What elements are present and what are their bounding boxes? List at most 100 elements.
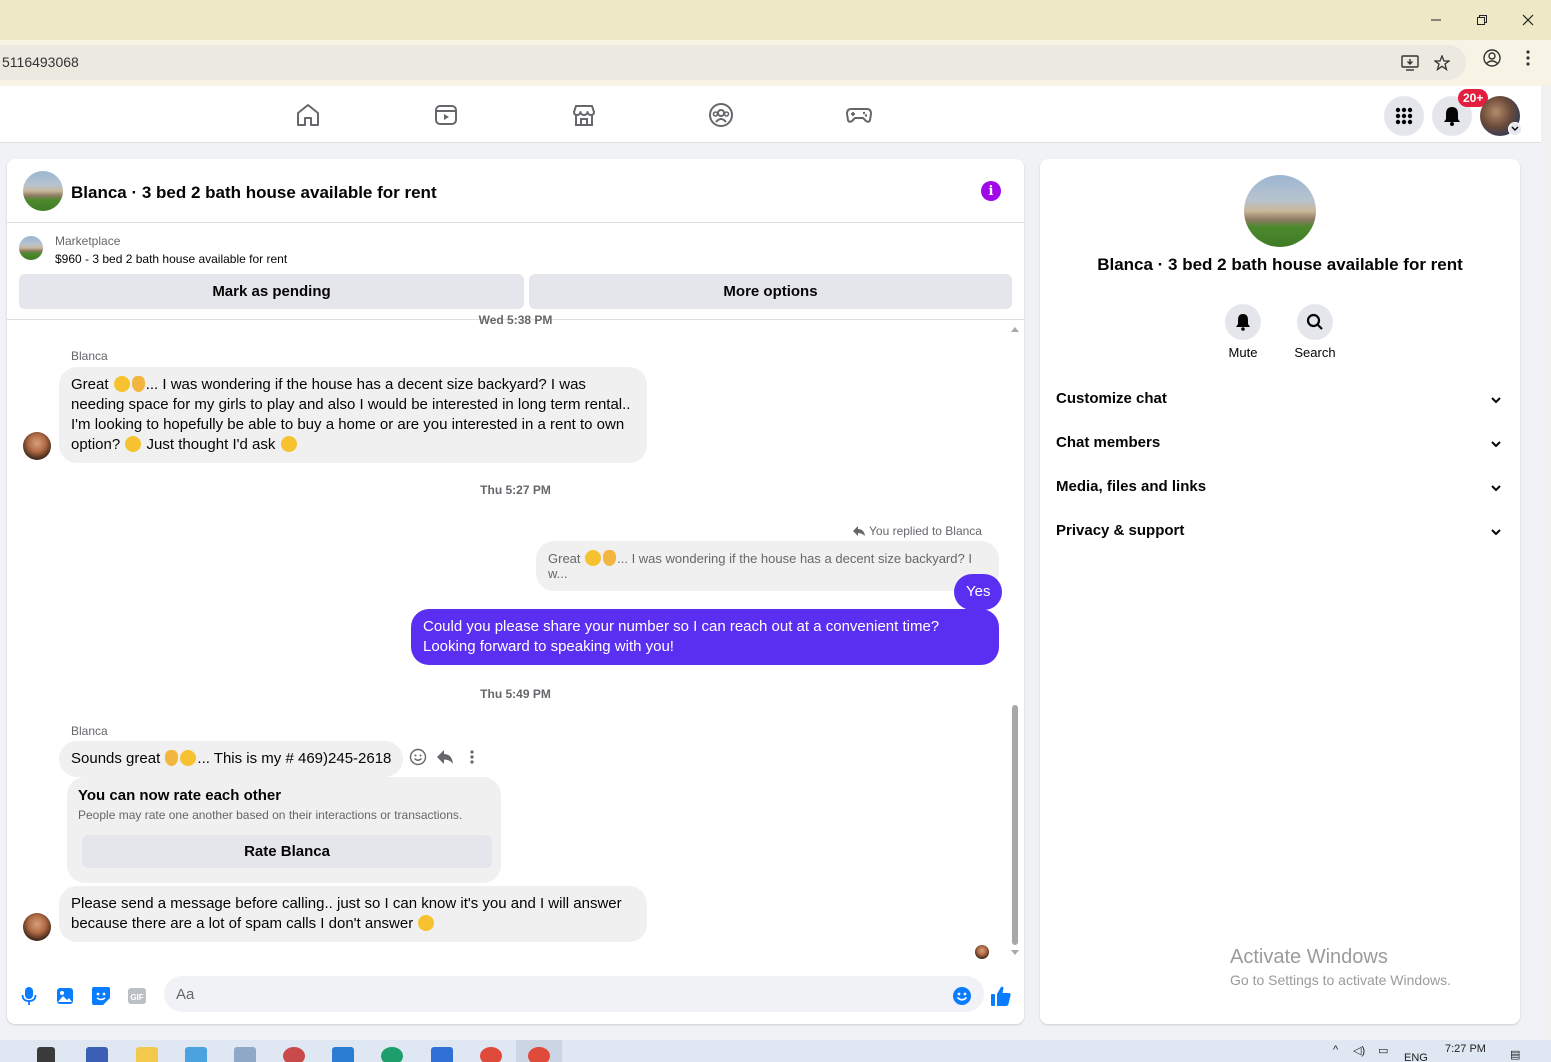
listing-thumbnail[interactable] xyxy=(19,236,43,260)
clock-time[interactable]: 7:27 PM xyxy=(1445,1043,1486,1055)
chevron-down-icon xyxy=(1491,485,1501,492)
gif-icon[interactable]: GIF xyxy=(126,985,148,1007)
scroll-down-icon[interactable] xyxy=(1010,949,1020,957)
apps-menu-icon[interactable] xyxy=(1384,96,1424,136)
chat-header: Blanca · 3 bed 2 bath house available fo… xyxy=(7,159,1024,223)
customize-chat-row[interactable]: Customize chat xyxy=(1040,378,1520,422)
file-explorer-icon[interactable] xyxy=(136,1047,158,1062)
home-icon[interactable] xyxy=(293,100,323,130)
task-view-icon[interactable] xyxy=(37,1047,55,1062)
message-bubble-outgoing[interactable]: Could you please share your number so I … xyxy=(411,609,999,665)
message-list: Wed 5:38 PM Blanca Great ... I was wonde… xyxy=(7,313,1024,961)
url-text: 5116493068 xyxy=(2,54,79,70)
grinning-emoji-icon xyxy=(585,550,602,566)
chat-title[interactable]: Blanca · 3 bed 2 bath house available fo… xyxy=(71,183,437,203)
more-actions-icon[interactable] xyxy=(469,749,477,765)
emoji-picker-icon[interactable] xyxy=(951,985,973,1007)
volume-icon[interactable]: ◁) xyxy=(1353,1044,1365,1057)
activate-windows-title: Activate Windows xyxy=(1230,946,1388,968)
reply-note: You replied to Blanca xyxy=(853,524,982,538)
smiling-emoji-icon xyxy=(280,436,297,452)
minimize-icon[interactable] xyxy=(1424,8,1448,32)
app-icon[interactable] xyxy=(283,1047,305,1062)
edge-icon[interactable] xyxy=(381,1047,403,1062)
photos-icon[interactable] xyxy=(234,1047,256,1062)
page-scrollbar[interactable] xyxy=(1541,86,1551,1040)
restore-icon[interactable] xyxy=(1470,8,1494,32)
network-icon[interactable]: ▭ xyxy=(1378,1044,1388,1057)
quoted-message[interactable]: Great ... I was wondering if the house h… xyxy=(536,541,999,591)
address-bar[interactable]: 5116493068 xyxy=(0,45,1466,80)
photo-icon[interactable] xyxy=(54,985,76,1007)
notification-center-icon[interactable]: ▤ xyxy=(1510,1048,1520,1061)
ok-hand-emoji-icon xyxy=(603,550,617,566)
search-icon[interactable] xyxy=(1297,304,1333,340)
mute-bell-icon[interactable] xyxy=(1225,304,1261,340)
rate-title: You can now rate each other xyxy=(78,787,282,804)
smiling-emoji-icon xyxy=(125,436,142,452)
grinning-emoji-icon xyxy=(180,750,197,766)
app-icon[interactable] xyxy=(431,1047,453,1062)
mark-as-pending-button[interactable]: Mark as pending xyxy=(19,274,524,309)
privacy-support-row[interactable]: Privacy & support xyxy=(1040,510,1520,554)
rate-card: You can now rate each other People may r… xyxy=(67,777,501,883)
react-emoji-icon[interactable] xyxy=(409,748,427,766)
sender-name: Blanca xyxy=(71,349,108,363)
marketplace-label: Marketplace xyxy=(55,234,121,248)
tray-chevron-icon[interactable]: ^ xyxy=(1333,1044,1338,1056)
marketplace-icon[interactable] xyxy=(569,100,599,130)
profile-icon[interactable] xyxy=(1482,48,1502,68)
sticker-icon[interactable] xyxy=(90,985,112,1007)
message-scrollbar[interactable] xyxy=(1010,323,1020,963)
scroll-up-icon[interactable] xyxy=(1010,325,1020,333)
avatar[interactable] xyxy=(23,432,51,460)
row-label: Customize chat xyxy=(1056,390,1167,407)
message-bubble-outgoing[interactable]: Yes xyxy=(954,574,1003,610)
message-text: Sounds great xyxy=(71,750,165,767)
language-indicator[interactable]: ENG xyxy=(1404,1052,1428,1062)
gaming-icon[interactable] xyxy=(844,100,874,130)
close-icon[interactable] xyxy=(1516,8,1540,32)
info-icon[interactable]: i xyxy=(981,181,1001,201)
facebook-top-nav: 20+ xyxy=(0,86,1541,143)
mail-icon[interactable] xyxy=(332,1047,354,1062)
chrome-icon[interactable] xyxy=(480,1047,502,1062)
bookmark-star-icon[interactable] xyxy=(1432,53,1452,73)
store-icon[interactable] xyxy=(185,1047,207,1062)
message-text: Great xyxy=(71,376,113,393)
avatar[interactable] xyxy=(23,913,51,941)
microphone-icon[interactable] xyxy=(18,985,40,1007)
more-options-button[interactable]: More options xyxy=(529,274,1012,309)
app-icon[interactable] xyxy=(86,1047,108,1062)
media-files-links-row[interactable]: Media, files and links xyxy=(1040,466,1520,510)
message-composer: GIF xyxy=(7,971,1024,1024)
timestamp: Wed 5:38 PM xyxy=(478,313,553,327)
message-bubble[interactable]: Great ... I was wondering if the house h… xyxy=(59,367,647,463)
message-bubble[interactable]: Please send a message before calling.. j… xyxy=(59,886,647,942)
message-input[interactable] xyxy=(164,976,984,1012)
active-chrome-task[interactable] xyxy=(516,1040,562,1062)
timestamp: Thu 5:49 PM xyxy=(480,687,551,701)
thumbs-up-send-icon[interactable] xyxy=(990,985,1012,1007)
ok-hand-emoji-icon xyxy=(131,376,145,392)
reply-icon[interactable] xyxy=(436,749,454,765)
listing-title[interactable]: $960 - 3 bed 2 bath house available for … xyxy=(55,252,287,266)
message-bubble[interactable]: Sounds great ... This is my # 469)245-26… xyxy=(59,741,404,777)
browser-toolbar: 5116493068 xyxy=(0,40,1551,86)
browser-menu-icon[interactable] xyxy=(1518,48,1538,68)
chat-members-row[interactable]: Chat members xyxy=(1040,422,1520,466)
thumbs-up-emoji-icon xyxy=(165,750,179,766)
video-icon[interactable] xyxy=(431,100,461,130)
rate-blanca-button[interactable]: Rate Blanca xyxy=(82,835,492,868)
chevron-down-icon[interactable] xyxy=(1508,122,1522,136)
install-app-icon[interactable] xyxy=(1400,53,1420,73)
message-text: Just thought I'd ask xyxy=(142,436,280,453)
window-titlebar xyxy=(0,0,1551,40)
scrollbar-thumb[interactable] xyxy=(1012,705,1018,945)
row-label: Chat members xyxy=(1056,434,1161,451)
groups-icon[interactable] xyxy=(706,100,736,130)
info-avatar[interactable] xyxy=(1244,175,1316,247)
svg-text:GIF: GIF xyxy=(130,993,143,1002)
chat-avatar[interactable] xyxy=(23,171,63,211)
reply-note-text: You replied to Blanca xyxy=(869,524,982,538)
